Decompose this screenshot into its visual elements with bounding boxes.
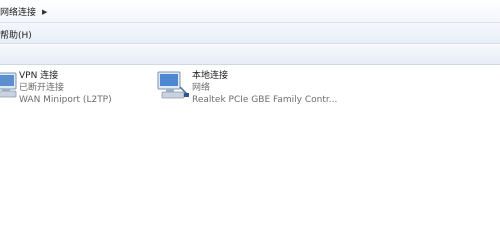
- connection-name: VPN 连接: [19, 71, 59, 81]
- connection-item-vpn[interactable]: VPN 连接 已断开连接 WAN Miniport (L2TP): [0, 69, 140, 109]
- menu-bar: 帮助(H): [0, 23, 500, 44]
- chevron-right-icon[interactable]: ▶: [42, 8, 47, 16]
- network-connections-window: 网络连接 ▶ 帮助(H) VPN 连接 已断开连接 WAN Miniport (…: [0, 0, 500, 240]
- connection-text-local: 本地连接 网络 Realtek PCIe GBE Family Contr...: [192, 70, 337, 106]
- connection-device: Realtek PCIe GBE Family Contr...: [192, 95, 338, 105]
- connection-device: WAN Miniport (L2TP): [19, 95, 112, 105]
- address-bar[interactable]: 网络连接 ▶: [0, 0, 500, 23]
- local-connection-icon: [157, 71, 189, 99]
- connection-item-local[interactable]: 本地连接 网络 Realtek PCIe GBE Family Contr...: [156, 69, 337, 109]
- connection-text-vpn: VPN 连接 已断开连接 WAN Miniport (L2TP): [19, 70, 112, 106]
- connection-name: 本地连接: [192, 71, 229, 81]
- connections-list: VPN 连接 已断开连接 WAN Miniport (L2TP) 本地连接 网络…: [0, 65, 500, 240]
- menu-item-help[interactable]: 帮助(H): [0, 28, 32, 41]
- breadcrumb-item-network-connections[interactable]: 网络连接: [0, 5, 36, 18]
- breadcrumb: 网络连接 ▶: [0, 5, 47, 19]
- command-toolbar: [0, 44, 500, 65]
- connection-status: 网络: [192, 83, 211, 93]
- connection-status: 已断开连接: [19, 83, 65, 93]
